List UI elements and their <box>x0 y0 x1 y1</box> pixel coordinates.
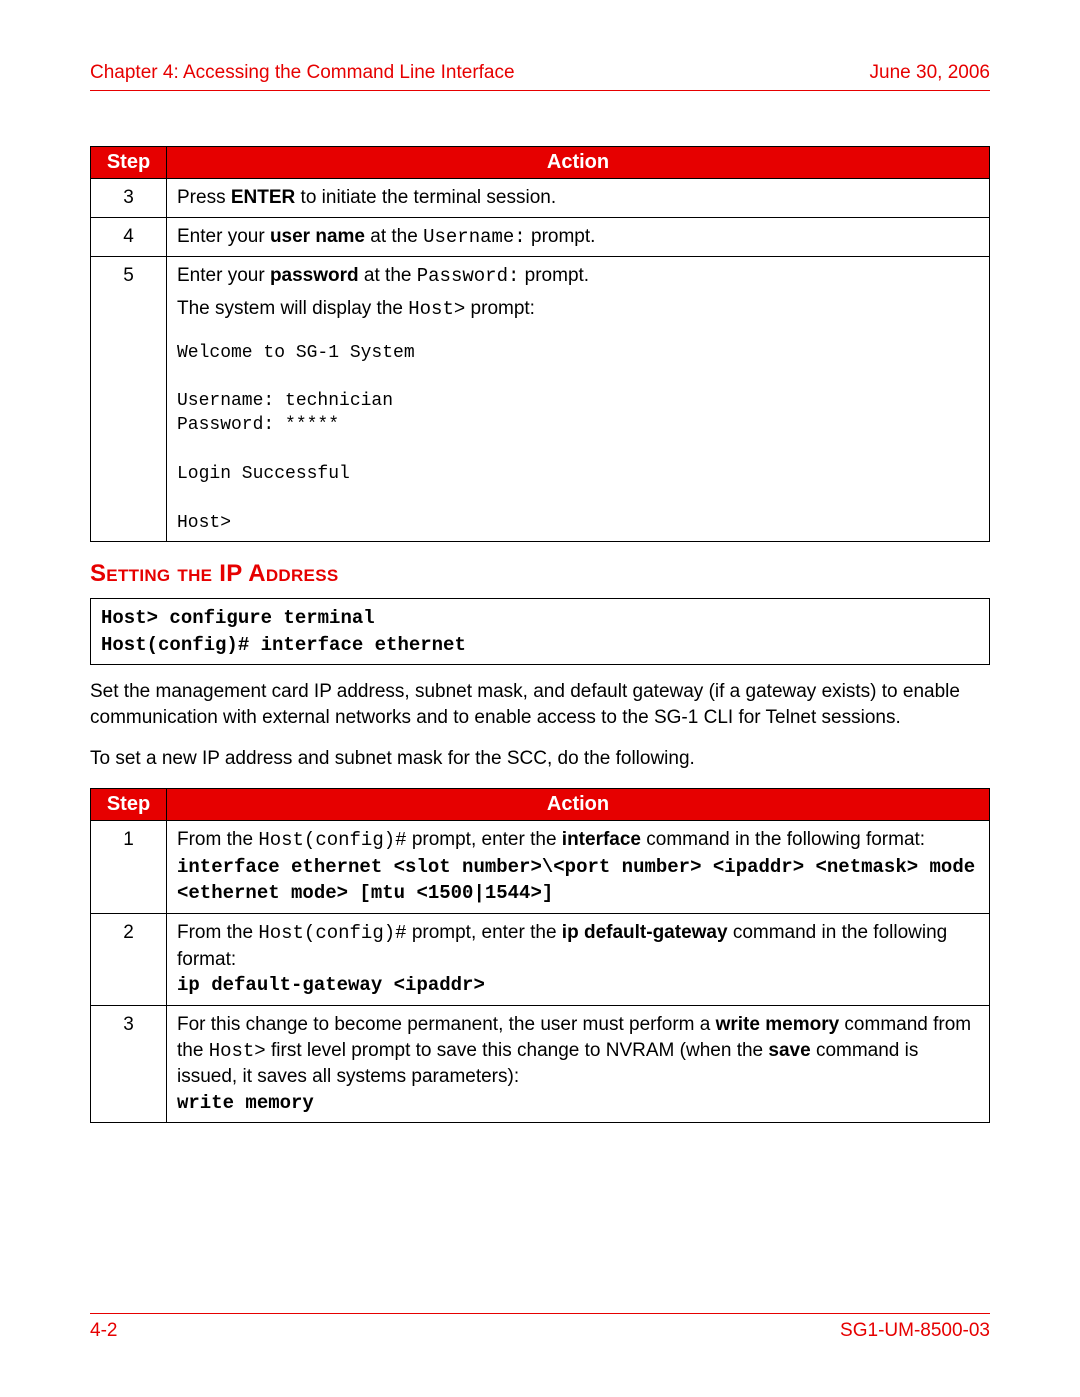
col-step: Step <box>91 147 167 179</box>
document-page: Chapter 4: Accessing the Command Line In… <box>0 0 1080 1397</box>
col-action: Action <box>167 147 990 179</box>
chapter-title: Chapter 4: Accessing the Command Line In… <box>90 62 515 84</box>
step-num: 1 <box>91 821 167 914</box>
step-num: 5 <box>91 257 167 542</box>
step-num: 4 <box>91 217 167 257</box>
step-num: 2 <box>91 913 167 1005</box>
step-action: Enter your password at the Password: pro… <box>167 257 990 542</box>
paragraph: To set a new IP address and subnet mask … <box>90 746 990 772</box>
header-date: June 30, 2006 <box>870 62 990 84</box>
table-row: 5 Enter your password at the Password: p… <box>91 257 990 542</box>
step-action: From the Host(config)# prompt, enter the… <box>167 913 990 1005</box>
table-1: Step Action 3 Press ENTER to initiate th… <box>90 146 990 542</box>
table-row: 3 For this change to become permanent, t… <box>91 1005 990 1123</box>
table-header-row: Step Action <box>91 789 990 821</box>
table-2: Step Action 1 From the Host(config)# pro… <box>90 788 990 1123</box>
col-action: Action <box>167 789 990 821</box>
step-action: Press ENTER to initiate the terminal ses… <box>167 179 990 218</box>
command-syntax: interface ethernet <slot number>\<port n… <box>177 856 975 905</box>
page-footer: 4-2 SG1-UM-8500-03 <box>90 1313 990 1342</box>
step-action: Enter your user name at the Username: pr… <box>167 217 990 257</box>
command-line: Host> configure terminal <box>101 605 979 632</box>
doc-id: SG1-UM-8500-03 <box>840 1320 990 1342</box>
command-line: Host(config)# interface ethernet <box>101 632 979 659</box>
col-step: Step <box>91 789 167 821</box>
section-heading: Setting the IP Address <box>90 560 990 588</box>
step-action: From the Host(config)# prompt, enter the… <box>167 821 990 914</box>
step-num: 3 <box>91 1005 167 1123</box>
step-action: For this change to become permanent, the… <box>167 1005 990 1123</box>
table-row: 3 Press ENTER to initiate the terminal s… <box>91 179 990 218</box>
page-header: Chapter 4: Accessing the Command Line In… <box>90 62 990 91</box>
table-header-row: Step Action <box>91 147 990 179</box>
table-row: 1 From the Host(config)# prompt, enter t… <box>91 821 990 914</box>
paragraph: Set the management card IP address, subn… <box>90 679 990 730</box>
step-num: 3 <box>91 179 167 218</box>
table-row: 2 From the Host(config)# prompt, enter t… <box>91 913 990 1005</box>
command-box: Host> configure terminal Host(config)# i… <box>90 598 990 665</box>
terminal-output: Welcome to SG-1 System Username: technic… <box>177 341 979 535</box>
table-row: 4 Enter your user name at the Username: … <box>91 217 990 257</box>
page-number: 4-2 <box>90 1320 117 1342</box>
command-syntax: ip default-gateway <ipaddr> <box>177 974 485 996</box>
command-syntax: write memory <box>177 1092 314 1114</box>
